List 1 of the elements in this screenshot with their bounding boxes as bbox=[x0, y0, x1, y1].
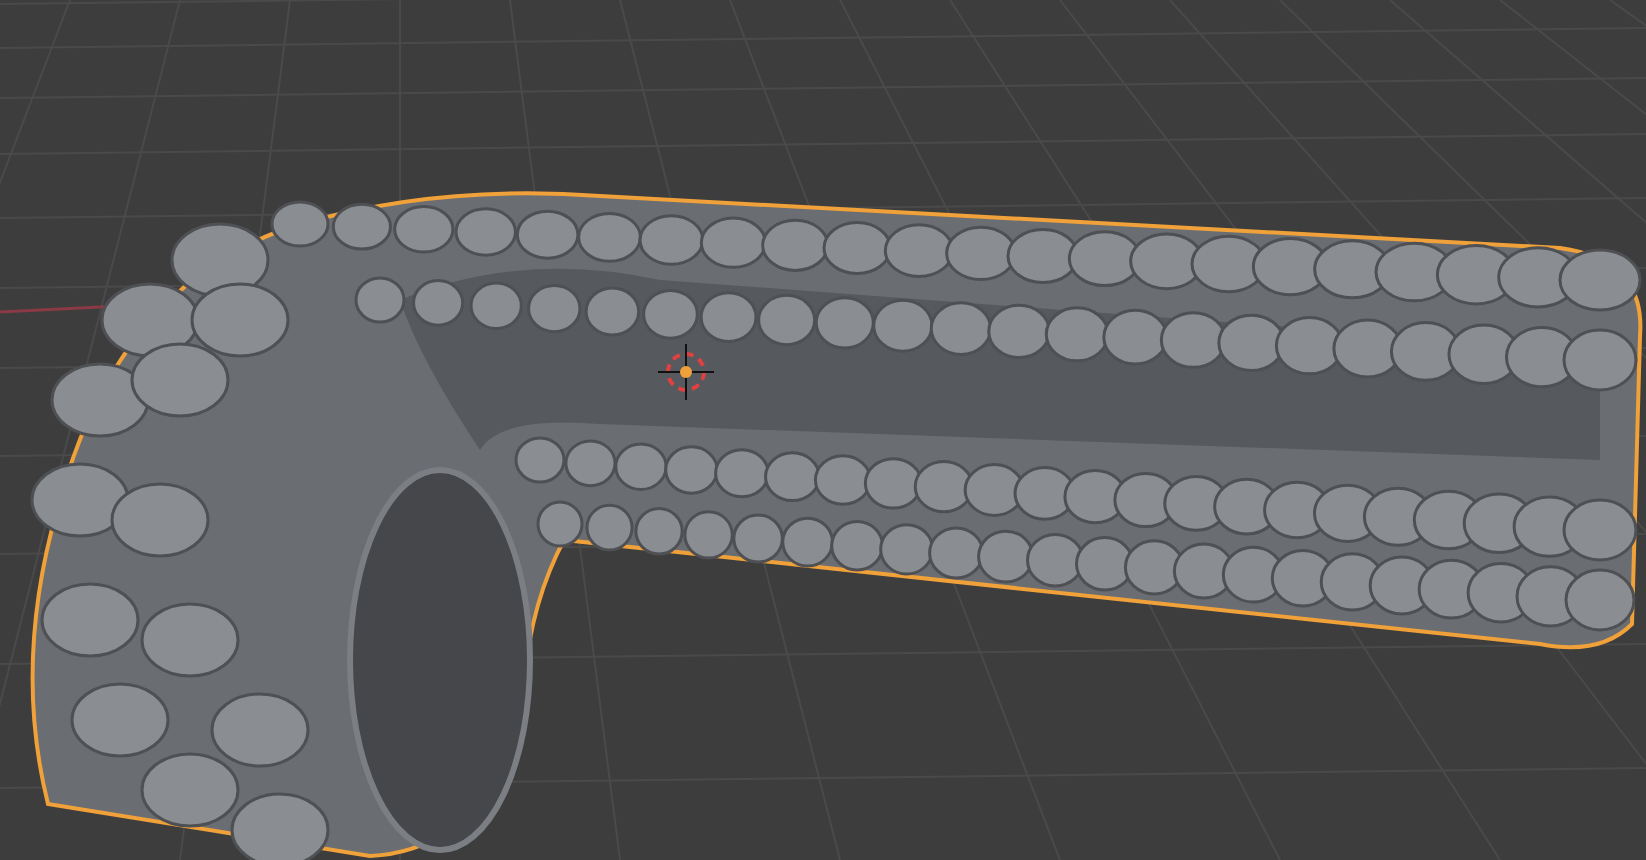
crosshair-icon[interactable] bbox=[657, 343, 715, 401]
